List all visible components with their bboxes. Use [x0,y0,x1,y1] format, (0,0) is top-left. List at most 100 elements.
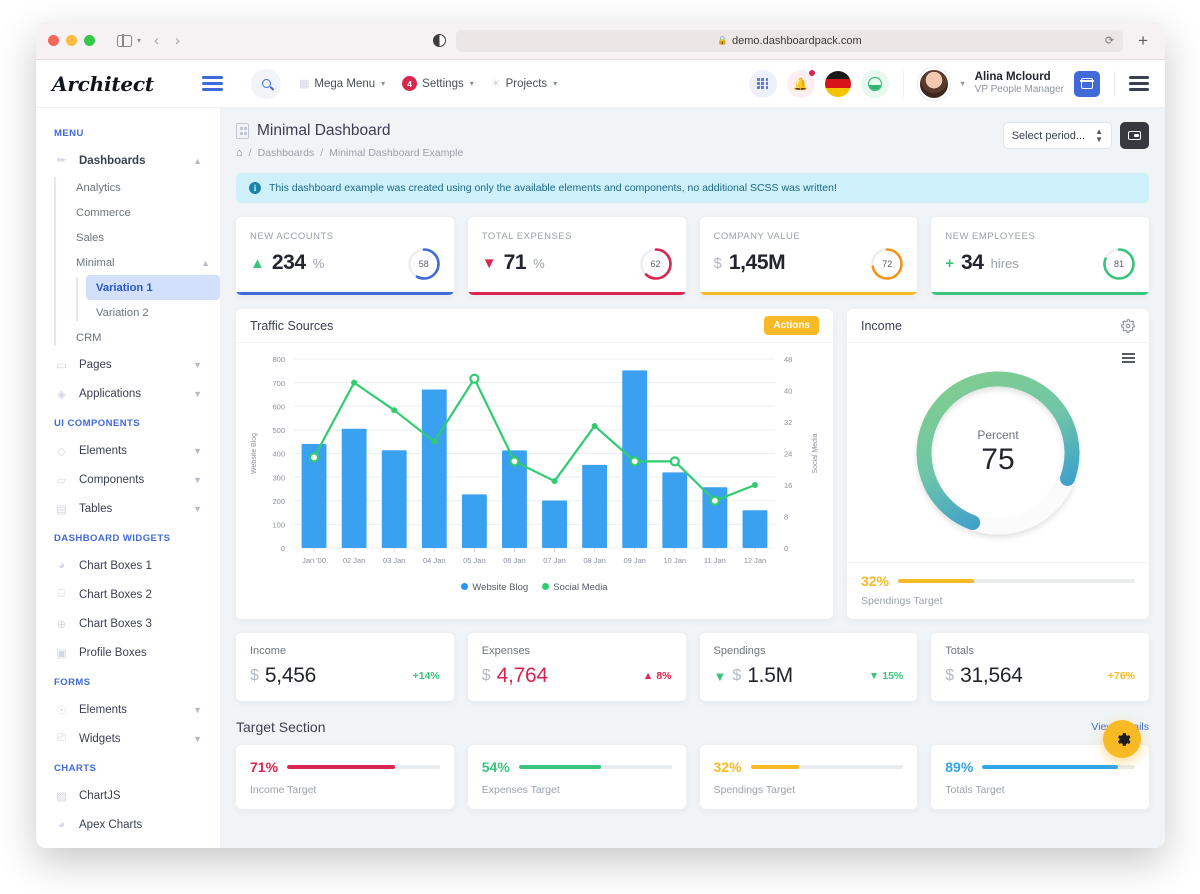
sidebar-item-pages[interactable]: ▭ Pages ▼ [36,350,220,379]
minimize-window-button[interactable] [66,35,77,46]
maximize-window-button[interactable] [84,35,95,46]
sidebar-item-analytics[interactable]: Analytics [66,175,220,200]
signpost-icon: ⌸ [54,587,69,602]
stat-card-expenses[interactable]: Expenses $ 4,764 ▲ 8% [468,633,686,701]
language-flag-icon[interactable] [825,71,851,97]
sidebar-item-profile-boxes[interactable]: ▣ Profile Boxes [36,638,220,667]
svg-text:500: 500 [272,426,285,435]
calendar-button[interactable] [1074,71,1100,97]
sidebar-item-apex-charts[interactable]: ◕ Apex Charts [36,810,220,839]
kpi-card-new-accounts[interactable]: NEW ACCOUNTS ▲ 234 % 58 [236,217,454,295]
svg-text:0: 0 [784,544,788,553]
sidebar-item-components[interactable]: ▱ Components ▼ [36,465,220,494]
chevron-down-icon[interactable]: ▾ [961,79,965,88]
select-period-value: Select period... [1012,130,1085,142]
stat-card-income[interactable]: Income $ 5,456 +14% [236,633,454,701]
sidebar-item-commerce[interactable]: Commerce [66,200,220,225]
breadcrumb-item-dashboards[interactable]: Dashboards [258,147,315,159]
menu-item-projects[interactable]: ☀ Projects ▾ [491,77,557,90]
legend-item-website-blog[interactable]: Website Blog [461,582,528,593]
charts-row: Traffic Sources Actions 0100200300400500… [236,309,1149,619]
back-button[interactable]: ‹ [151,32,162,49]
svg-text:300: 300 [272,473,285,482]
actions-button[interactable]: Actions [764,316,819,335]
forward-button[interactable]: › [172,32,183,49]
target-card-income[interactable]: 71% Income Target [236,745,454,809]
income-donut[interactable]: Percent 75 [847,343,1149,562]
currency-icon: $ [482,667,491,685]
kpi-ring: 72 [870,247,904,281]
sidebar-item-dashboards[interactable]: ⬰ Dashboards ▲ [36,146,220,175]
sidebar-item-elements[interactable]: ◇ Elements ▼ [36,436,220,465]
sidebar-item-chartjs[interactable]: ▨ ChartJS [36,781,220,810]
reload-icon[interactable]: ⟳ [1105,34,1114,47]
sidebar-section-dashboard-widgets: DASHBOARD WIDGETS [36,523,220,551]
stat-card-spendings[interactable]: Spendings ▼ $ 1.5M ▼ 15% [700,633,918,701]
main-content: Minimal Dashboard ⌂ / Dashboards / Minim… [220,108,1165,848]
sidebar-item-minimal[interactable]: Minimal ▲ [66,250,220,275]
app-logo[interactable]: Architect [52,72,202,96]
apps-button[interactable] [749,70,777,98]
stat-row: $ 31,564 +76% [945,664,1135,688]
kpi-ring-value: 81 [1102,247,1136,281]
card-title: Traffic Sources [250,319,333,333]
stat-card-totals[interactable]: Totals $ 31,564 +76% [931,633,1149,701]
toggle-icon [1128,131,1141,140]
sidebar-item-applications[interactable]: ◈ Applications ▼ [36,379,220,408]
privacy-report-icon[interactable] [433,34,446,47]
kpi-ring-value: 72 [870,247,904,281]
chevron-updown-icon: ▲▼ [1095,128,1103,142]
sidebar-item-chart-boxes-1[interactable]: ◕ Chart Boxes 1 [36,551,220,580]
stat-delta: +14% [413,670,440,682]
sidebar-item-variation-2[interactable]: Variation 2 [86,300,220,325]
sidebar-item-crm[interactable]: CRM [66,325,220,350]
target-card-spendings[interactable]: 32% Spendings Target [700,745,918,809]
gear-icon[interactable] [1121,319,1135,333]
traffic-sources-chart[interactable]: 0100200300400500600700800081624324048Web… [236,343,833,593]
search-button[interactable] [251,69,281,99]
sidebar-item-tables[interactable]: ▤ Tables ▼ [36,494,220,523]
trend-up-icon: ▲ [643,670,653,682]
kpi-card-total-expenses[interactable]: TOTAL EXPENSES ▼ 71 % 62 [468,217,686,295]
notifications-button[interactable]: 🔔 [787,70,815,98]
status-button[interactable] [861,70,889,98]
info-icon: i [249,182,261,194]
new-tab-button[interactable]: + [1133,31,1153,51]
close-window-button[interactable] [48,35,59,46]
kpi-card-company-value[interactable]: COMPANY VALUE $ 1,45M 72 [700,217,918,295]
svg-text:0: 0 [281,544,285,553]
target-card-expenses[interactable]: 54% Expenses Target [468,745,686,809]
stat-value: 5,456 [265,664,316,688]
address-bar[interactable]: 🔒 demo.dashboardpack.com ⟳ [456,30,1123,52]
sidebar-item-chart-boxes-3[interactable]: ⊕ Chart Boxes 3 [36,609,220,638]
kpi-value: 34 [961,251,984,275]
sidebar-item-sales[interactable]: Sales [66,225,220,250]
menu-item-mega-menu[interactable]: ▦ Mega Menu ▾ [299,77,385,90]
target-percent: 32% [714,759,742,775]
svg-text:Jan '00: Jan '00 [302,556,326,565]
sidebar-toggle-icon[interactable] [117,35,132,47]
chevron-down-icon[interactable]: ▾ [137,36,141,45]
browser-window: ▾ ‹ › 🔒 demo.dashboardpack.com ⟳ + Archi… [36,22,1165,848]
right-drawer-button[interactable] [1129,76,1149,90]
sidebar-item-forms-widgets[interactable]: ⎚ Widgets ▼ [36,724,220,753]
select-period-dropdown[interactable]: Select period... ▲▼ [1003,122,1112,149]
stat-value: 1.5M [747,664,793,688]
sidebar-item-forms-elements[interactable]: ☉ Elements ▼ [36,695,220,724]
sidebar-item-chart-sparklines[interactable]: ⌁ Chart Sparklines [36,839,220,848]
sidebar-item-chart-boxes-2[interactable]: ⌸ Chart Boxes 2 [36,580,220,609]
home-icon[interactable]: ⌂ [236,147,243,159]
sidebar-item-variation-1[interactable]: Variation 1 [86,275,220,300]
legend-item-social-media[interactable]: Social Media [542,582,607,593]
sidebar-collapse-button[interactable] [202,76,223,91]
kpi-card-new-employees[interactable]: NEW EMPLOYEES + 34 hires 81 [931,217,1149,295]
progress-fill [287,765,395,769]
avatar[interactable] [918,68,950,100]
settings-fab-button[interactable] [1103,720,1141,758]
window-controls[interactable] [48,35,95,46]
view-toggle-button[interactable] [1120,122,1149,149]
sidebar-item-label: Chart Boxes 1 [79,560,152,572]
menu-item-settings[interactable]: 4 Settings ▾ [402,76,474,91]
sidebar-item-label: Profile Boxes [79,647,147,659]
chart-menu-button[interactable] [1122,353,1135,363]
